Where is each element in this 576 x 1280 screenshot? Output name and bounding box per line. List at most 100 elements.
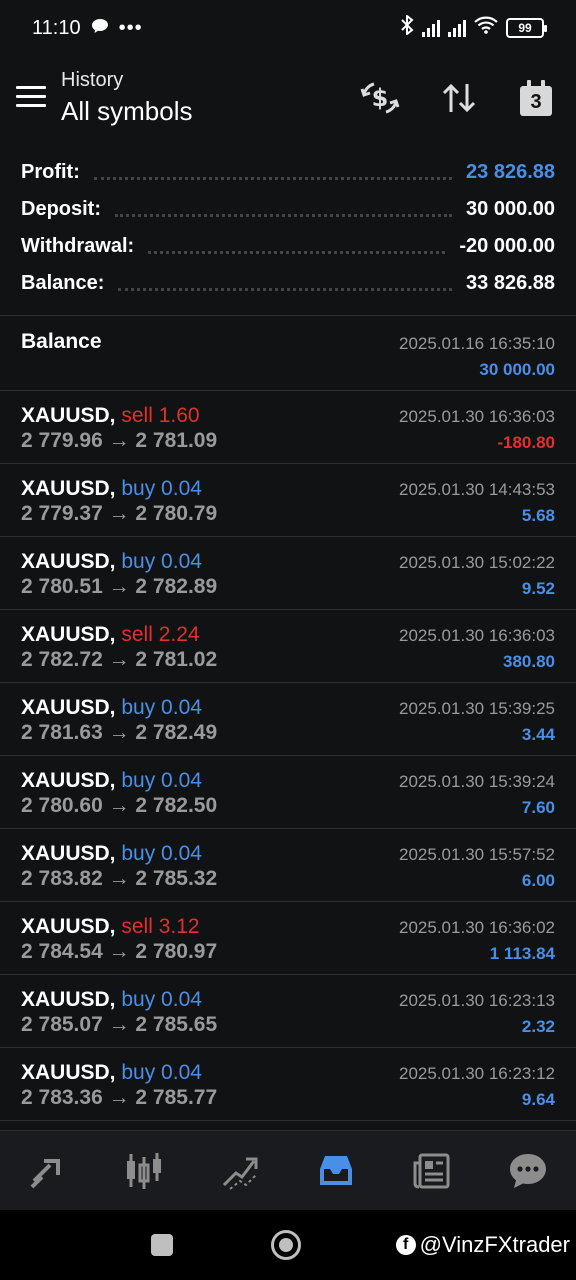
deal-row[interactable]: XAUUSD, buy 0.04 2 781.63 → 2 782.49 2025.… [0,683,576,756]
bluetooth-icon [400,13,414,41]
balance-entry[interactable]: Balance 2025.01.16 16:35:10 30 000.00 [0,316,576,391]
deal-symbol: XAUUSD, buy 0.04 [21,696,202,719]
home-button[interactable] [271,1230,301,1260]
messages-icon [510,1154,546,1188]
deal-prices: 2 782.72 → 2 781.02 [21,648,218,671]
watermark-text: @VinzFXtrader [419,1232,570,1257]
deal-side: sell 2.24 [121,623,200,646]
menu-button[interactable] [16,86,46,110]
symbol-filter[interactable]: All symbols [61,96,192,127]
deal-time: 2025.01.30 14:43:53 [399,480,555,499]
news-icon [413,1153,450,1189]
nav-history[interactable] [308,1143,364,1199]
quotes-icon [30,1159,60,1189]
wifi-icon [474,16,498,40]
deal-row[interactable]: XAUUSD, buy 0.04 2 780.60 → 2 782.50 2025.… [0,756,576,829]
deal-profit: 9.64 [521,1090,555,1109]
chart-icon [127,1153,161,1189]
deal-symbol: XAUUSD, buy 0.04 [21,988,202,1011]
deal-time: 2025.01.30 15:57:52 [399,845,555,864]
deal-row[interactable]: XAUUSD, sell 2.24 2 782.72 → 2 781.02 2025… [0,610,576,683]
top-bar: History All symbols $ 3 [0,60,576,140]
currency-exchange-icon: $ [360,82,400,114]
facebook-icon: f [395,1235,416,1255]
deal-prices: 2 783.82 → 2 785.32 [21,867,218,890]
deal-side: buy 0.04 [121,988,202,1011]
svg-text:$: $ [372,84,389,112]
bottom-nav [0,1130,576,1211]
deal-prices: 2 781.63 → 2 782.49 [21,721,218,744]
balance-label: Balance [21,330,102,353]
sort-button[interactable] [437,76,481,120]
deal-prices: 2 780.51 → 2 782.89 [21,575,218,598]
deal-row[interactable]: XAUUSD, buy 0.04 2 783.82 → 2 785.32 2025.… [0,829,576,902]
deal-time: 2025.01.30 16:23:12 [399,1064,555,1083]
deal-time: 2025.01.30 16:23:13 [399,991,555,1010]
deal-symbol: XAUUSD, sell 1.60 [21,404,200,427]
deal-time: 2025.01.30 15:02:22 [399,553,555,572]
deal-profit: 30 000.00 [479,360,555,379]
deal-side: buy 0.04 [121,550,202,573]
system-nav-bar: f @VinzFXtrader [0,1210,576,1280]
deal-symbol: XAUUSD, buy 0.04 [21,1061,202,1084]
nav-trade[interactable] [212,1143,268,1199]
deal-row[interactable]: XAUUSD, buy 0.04 2 783.36 → 2 785.77 2025.… [0,1048,576,1121]
deal-prices: 2 783.36 → 2 785.77 [21,1086,218,1109]
deal-symbol: XAUUSD, buy 0.04 [21,477,202,500]
deal-row[interactable]: XAUUSD, buy 0.04 2 779.37 → 2 780.79 2025.… [0,464,576,537]
battery-icon: 99 [506,18,547,38]
deal-row[interactable]: XAUUSD, sell 3.12 2 784.54 → 2 780.97 2025… [0,902,576,975]
balance-value: 33 826.88 [466,272,555,294]
deal-side: buy 0.04 [121,769,202,792]
trade-icon [222,1157,258,1190]
summary-profit-row: Profit: 23 826.88 [21,161,555,183]
deal-prices: 2 784.54 → 2 780.97 [21,940,218,963]
deal-profit: 6.00 [521,871,555,890]
summary-withdrawal-row: Withdrawal: -20 000.00 [21,235,555,257]
currency-exchange-button[interactable]: $ [358,76,402,120]
deal-symbol: XAUUSD, sell 2.24 [21,623,200,646]
deal-prices: 2 785.07 → 2 785.65 [21,1013,218,1036]
signal-icon-1 [422,19,440,37]
deal-profit: 7.60 [521,798,555,817]
deal-time: 2025.01.30 15:39:24 [399,772,555,791]
chat-bubble-icon [91,17,109,40]
deal-profit: 9.52 [521,579,555,598]
nav-chart[interactable] [116,1143,172,1199]
deal-symbol: XAUUSD, buy 0.04 [21,550,202,573]
deal-side: sell 1.60 [121,404,200,427]
more-notifications-icon: ••• [118,16,143,39]
deal-symbol: XAUUSD, sell 3.12 [21,915,200,938]
deal-side: buy 0.04 [121,1061,202,1084]
status-bar: 11:10 ••• 99 [0,0,576,56]
status-time: 11:10 [32,16,81,39]
period-button[interactable]: 3 [514,76,558,120]
deal-profit: 5.68 [521,506,555,525]
deal-prices: 2 779.37 → 2 780.79 [21,502,218,525]
deal-prices: 2 779.96 → 2 781.09 [21,429,218,452]
deal-prices: 2 780.60 → 2 782.50 [21,794,218,817]
history-icon [320,1156,352,1185]
deal-side: buy 0.04 [121,477,202,500]
deal-symbol: XAUUSD, buy 0.04 [21,842,202,865]
deal-symbol: XAUUSD, buy 0.04 [21,769,202,792]
nav-news[interactable] [404,1143,460,1199]
deal-row[interactable]: XAUUSD, sell 1.60 2 779.96 → 2 781.09 2025… [0,391,576,464]
deposit-value: 30 000.00 [466,198,555,220]
signal-icon-2 [448,19,466,37]
deal-time: 2025.01.30 16:36:03 [399,407,555,426]
recents-button[interactable] [151,1234,173,1256]
watermark: f @VinzFXtrader [395,1232,570,1258]
profit-value: 23 826.88 [466,161,555,183]
nav-quotes[interactable] [20,1143,76,1199]
deal-time: 2025.01.16 16:35:10 [399,334,555,353]
deal-row[interactable]: XAUUSD, buy 0.04 2 785.07 → 2 785.65 2025.… [0,975,576,1048]
nav-messages[interactable] [500,1143,556,1199]
deal-profit: 2.32 [521,1017,555,1036]
deal-profit: 1 113.84 [489,944,555,963]
page-title: History [61,69,124,91]
summary-panel: Profit: 23 826.88 Deposit: 30 000.00 Wit… [21,154,555,302]
deal-time: 2025.01.30 15:39:25 [399,699,555,718]
deal-row[interactable]: XAUUSD, buy 0.04 2 780.51 → 2 782.89 2025.… [0,537,576,610]
deal-time: 2025.01.30 16:36:02 [399,918,555,937]
